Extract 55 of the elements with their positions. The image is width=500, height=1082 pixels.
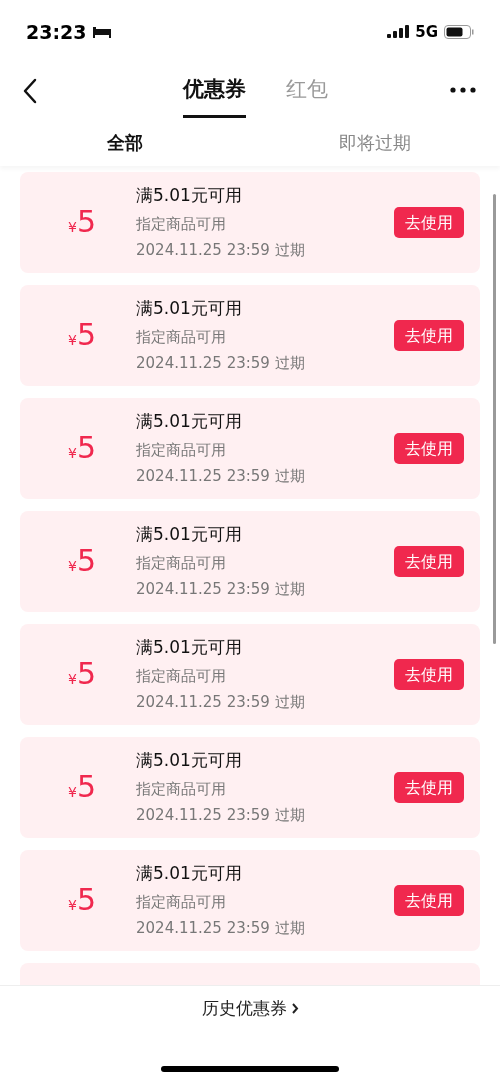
filter-tab[interactable]: 即将过期 bbox=[339, 128, 411, 156]
filter-tab[interactable]: 全部 bbox=[107, 128, 143, 156]
currency-symbol: ¥ bbox=[68, 218, 77, 237]
use-button[interactable]: 去使用 bbox=[394, 207, 464, 238]
status-time: 23:23 bbox=[26, 19, 87, 45]
chevron-icon bbox=[290, 1002, 299, 1016]
currency-symbol: ¥ bbox=[68, 783, 77, 802]
coupon-scope: 指定商品可用 bbox=[136, 552, 227, 574]
coupon-scope: 指定商品可用 bbox=[136, 213, 227, 235]
coupon-scope: 指定商品可用 bbox=[136, 439, 227, 461]
coupon-title: 满5.01元可用 bbox=[136, 862, 243, 886]
coupon-expiry: 2024.11.25 23:59 过期 bbox=[136, 353, 306, 375]
coupon-expiry: 2024.11.25 23:59 过期 bbox=[136, 240, 306, 262]
coupon-title: 满5.01元可用 bbox=[136, 297, 243, 321]
coupon-scope: 指定商品可用 bbox=[136, 778, 227, 800]
use-button[interactable]: 去使用 bbox=[394, 433, 464, 464]
currency-symbol: ¥ bbox=[68, 670, 77, 689]
network-label: 5G bbox=[415, 21, 438, 43]
coupon-amount: 5 bbox=[76, 207, 96, 237]
coupon-title: 满5.01元可用 bbox=[136, 749, 243, 773]
battery-icon bbox=[444, 25, 474, 39]
use-button[interactable]: 去使用 bbox=[394, 772, 464, 803]
coupon-title: 满5.01元可用 bbox=[136, 636, 243, 660]
coupon-amount: 5 bbox=[76, 546, 96, 576]
coupon-expiry: 2024.11.25 23:59 过期 bbox=[136, 918, 306, 940]
coupon-title: 满5.01元可用 bbox=[136, 410, 243, 434]
coupon-amount: 5 bbox=[76, 885, 96, 915]
use-button[interactable]: 去使用 bbox=[394, 320, 464, 351]
coupon-amount: 5 bbox=[76, 320, 96, 350]
coupon-expiry: 2024.11.25 23:59 过期 bbox=[136, 805, 306, 827]
coupon-expiry: 2024.11.25 23:59 过期 bbox=[136, 692, 306, 714]
coupon-amount: 5 bbox=[76, 659, 96, 689]
coupon-amount: 5 bbox=[76, 772, 96, 802]
currency-symbol: ¥ bbox=[68, 444, 77, 463]
signal-icon bbox=[387, 25, 410, 39]
use-button[interactable]: 去使用 bbox=[394, 659, 464, 690]
coupon-expiry: 2024.11.25 23:59 过期 bbox=[136, 466, 306, 488]
coupon-scope: 指定商品可用 bbox=[136, 326, 227, 348]
coupon-amount: 5 bbox=[76, 433, 96, 463]
use-button[interactable]: 去使用 bbox=[394, 546, 464, 577]
currency-symbol: ¥ bbox=[68, 896, 77, 915]
currency-symbol: ¥ bbox=[68, 331, 77, 350]
coupon-title: 满5.01元可用 bbox=[136, 184, 243, 208]
currency-symbol: ¥ bbox=[68, 557, 77, 576]
bed-icon bbox=[92, 25, 113, 39]
more-icon[interactable] bbox=[450, 87, 476, 93]
coupon-scope: 指定商品可用 bbox=[136, 891, 227, 913]
history-coupons-link[interactable]: 历史优惠券 bbox=[201, 996, 299, 1022]
coupon-scope: 指定商品可用 bbox=[136, 665, 227, 687]
back-icon[interactable] bbox=[22, 78, 38, 104]
nav-tab[interactable]: 红包 bbox=[285, 62, 328, 118]
nav-tab[interactable]: 优惠券 bbox=[182, 62, 246, 118]
coupon-title: 满5.01元可用 bbox=[136, 523, 243, 547]
use-button[interactable]: 去使用 bbox=[394, 885, 464, 916]
coupon-expiry: 2024.11.25 23:59 过期 bbox=[136, 579, 306, 601]
